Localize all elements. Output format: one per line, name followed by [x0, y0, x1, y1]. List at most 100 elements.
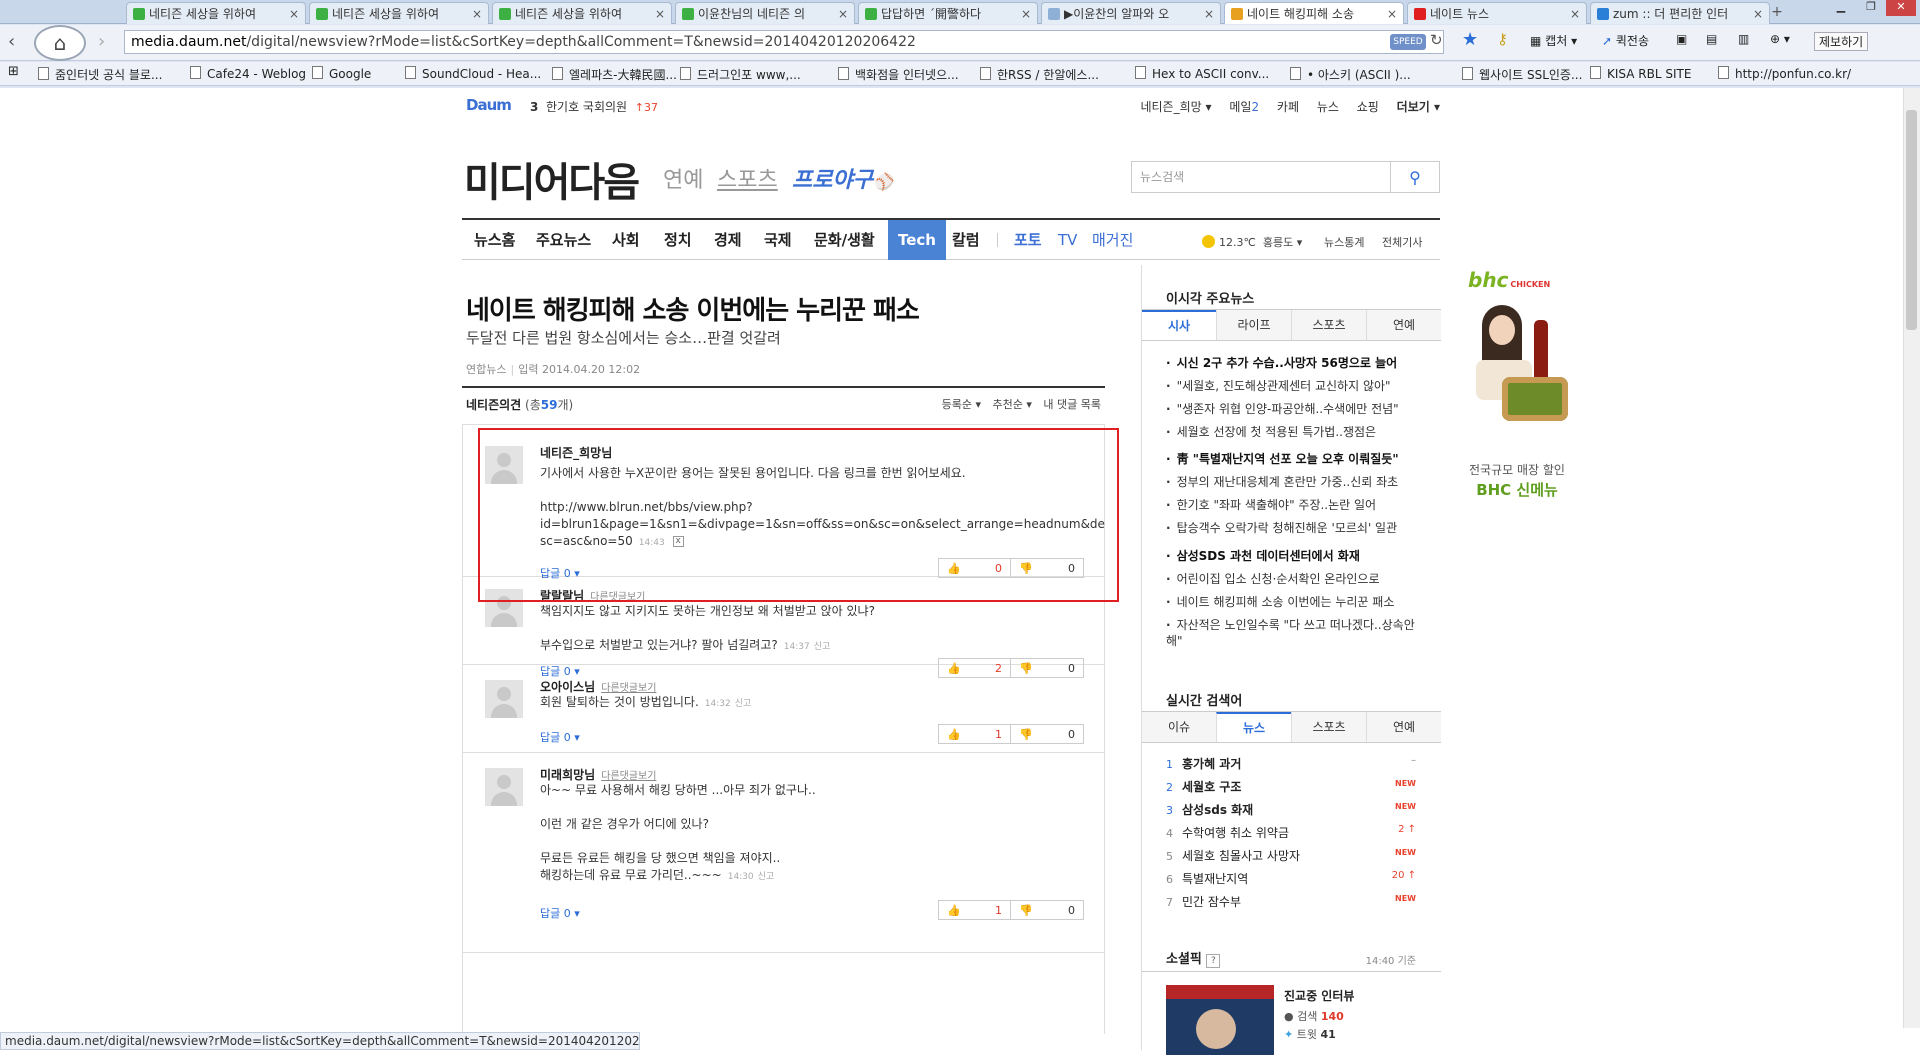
realtime-keyword[interactable]: 7 민간 잠수부 NEW [1166, 893, 1416, 910]
nav-item[interactable]: 국제 [764, 220, 792, 260]
reload-icon[interactable]: ↻ [1430, 31, 1443, 49]
realtime-keyword[interactable]: 1 홍가혜 과거 – [1166, 755, 1416, 772]
report-link[interactable]: 신고 [814, 642, 831, 652]
quick-send-button[interactable]: ➚ 퀵전송 [1602, 32, 1649, 49]
bookmark-item[interactable]: KISA RBL SITE [1590, 66, 1691, 81]
browser-tab[interactable]: 이윤찬님의 네티즌 의 × [675, 2, 855, 24]
browser-tab[interactable]: zum :: 더 편리한 인터 × [1590, 2, 1770, 24]
more-menu[interactable]: 더보기 ▾ [1397, 100, 1440, 114]
zoom-icon[interactable]: ⊕ ▾ [1770, 32, 1790, 46]
user-menu[interactable]: 네티즌_희망 ▾ [1140, 100, 1211, 114]
nav-item[interactable]: 사회 [612, 220, 640, 260]
news-headline[interactable]: 정부의 재난대응체계 혼란만 가중..신뢰 좌초 [1166, 474, 1399, 490]
bookmark-item[interactable]: 줌인터넷 공식 블로... [38, 66, 162, 83]
sidebar-tab[interactable]: 스포츠 [1291, 712, 1366, 742]
commenter-name[interactable]: 미래희망님 다른댓글보기 [540, 766, 656, 783]
back-icon[interactable]: ‹ [8, 31, 15, 52]
sort-by-recommend[interactable]: 추천순 ▾ [993, 398, 1032, 411]
search-icon[interactable]: ⚲ [1390, 161, 1440, 193]
news-headline[interactable]: 삼성SDS 과천 데이터센터에서 화재 [1166, 548, 1360, 564]
news-headline[interactable]: 시신 2구 추가 수습..사망자 56명으로 늘어 [1166, 355, 1398, 371]
print-icon[interactable]: ▥ [1738, 32, 1749, 46]
hot-issue[interactable]: 3 한기호 국회의원 ↑37 [530, 98, 658, 115]
bookmark-item[interactable]: SoundCloud - Hea... [405, 66, 541, 81]
minimize-button[interactable]: ▁ [1826, 0, 1856, 16]
news-headline[interactable]: 한기호 "좌파 색출해야" 주장..논란 일어 [1166, 497, 1377, 513]
close-icon[interactable]: × [472, 7, 482, 21]
realtime-keyword[interactable]: 3 삼성sds 화재 NEW [1166, 801, 1416, 818]
sidebar-tab[interactable]: 이슈 [1142, 712, 1216, 742]
key-icon[interactable]: ⚷ [1497, 30, 1508, 48]
realtime-keyword[interactable]: 5 세월호 침몰사고 사망자 NEW [1166, 847, 1416, 864]
bookmark-item[interactable]: Hex to ASCII conv... [1135, 66, 1269, 81]
weather-widget[interactable]: 12.3℃ 홍릉도 ▾ [1202, 234, 1302, 250]
browser-tab[interactable]: 네티즌 세상을 위하여 × [126, 2, 306, 24]
sports-link[interactable]: 스포츠 [717, 162, 778, 194]
save-icon[interactable]: ▣ [1676, 32, 1687, 46]
close-icon[interactable]: × [838, 7, 848, 21]
close-window-button[interactable]: ✕ [1886, 0, 1916, 16]
bhc-ad-banner[interactable]: bhc CHICKEN 전국규모 매장 할인 BHC 신메뉴 [1462, 265, 1572, 505]
browser-tab[interactable]: 네티즌 세상을 위하여 × [309, 2, 489, 24]
cafe-link[interactable]: 카페 [1277, 100, 1299, 114]
upvote-button[interactable]: 👍 1 [939, 725, 1012, 743]
nav-item[interactable]: 뉴스홈 [474, 220, 515, 260]
reply-toggle[interactable]: 답글 0 ▾ [540, 729, 580, 745]
shopping-link[interactable]: 쇼핑 [1357, 100, 1379, 114]
nav-item[interactable]: 매거진 [1092, 220, 1133, 260]
bookmark-item[interactable]: 백화점을 인터넷으... [838, 66, 959, 83]
address-bar[interactable]: media.daum.net/digital/newsview?rMode=li… [124, 30, 1444, 54]
report-button[interactable]: 제보하기 [1814, 32, 1869, 51]
news-search-input[interactable]: 뉴스검색 [1131, 161, 1391, 193]
close-icon[interactable]: × [289, 7, 299, 21]
news-headline[interactable]: "세월호, 진도해상관제센터 교신하지 않아" [1166, 378, 1391, 394]
browser-tab[interactable]: 답답하면 ´開警하다 × [858, 2, 1038, 24]
news-headline[interactable]: 자산적은 노인일수록 "다 쓰고 떠나겠다..상속안해" [1166, 617, 1426, 649]
media-daum-logo[interactable]: 미디어다음 [464, 150, 640, 208]
star-icon[interactable]: ★ [1462, 29, 1478, 50]
other-comments-link[interactable]: 다른댓글보기 [601, 683, 656, 694]
reply-toggle[interactable]: 답글 0 ▾ [540, 905, 580, 921]
news-headline[interactable]: 어린이집 입소 신청·순서확인 온라인으로 [1166, 571, 1380, 587]
sosul-thumbnail[interactable] [1166, 985, 1274, 1055]
close-icon[interactable]: × [655, 7, 665, 21]
bookmark-item[interactable]: Google [312, 66, 371, 81]
sidebar-tab[interactable]: 스포츠 [1291, 310, 1366, 340]
sidebar-tab[interactable]: 연예 [1366, 712, 1441, 742]
sidebar-tab[interactable]: 연예 [1366, 310, 1441, 340]
sidebar-tab[interactable]: 라이프 [1216, 310, 1291, 340]
realtime-keyword[interactable]: 2 세월호 구조 NEW [1166, 778, 1416, 795]
news-headline[interactable]: 탑승객수 오락가락 청해진해운 '모르쇠' 일관 [1166, 520, 1398, 536]
browser-tab[interactable]: ▶이윤찬의 알파와 오 × [1041, 2, 1221, 24]
bookmark-item[interactable]: • 아스키 (ASCII )... [1290, 66, 1411, 83]
nav-item[interactable]: 칼럼 [952, 220, 980, 260]
help-icon[interactable]: ? [1206, 954, 1221, 968]
nav-item[interactable]: 포토 [1014, 220, 1042, 260]
bookmark-item[interactable]: Cafe24 - Weblog [190, 66, 306, 81]
nav-item[interactable]: TV [1058, 220, 1077, 260]
nav-item[interactable]: 주요뉴스 [536, 220, 591, 260]
report-link[interactable]: 신고 [758, 872, 775, 882]
news-stats-link[interactable]: 뉴스통계 [1324, 234, 1364, 250]
bookmark-item[interactable]: 한RSS / 한알에스... [980, 66, 1099, 83]
realtime-keyword[interactable]: 6 특별재난지역 20 ↑ [1166, 870, 1416, 887]
scrollbar-thumb[interactable] [1906, 110, 1917, 330]
browser-tab[interactable]: 네티즌 세상을 위하여 × [492, 2, 672, 24]
close-icon[interactable]: × [1387, 7, 1397, 21]
close-icon[interactable]: × [1570, 7, 1580, 21]
nav-item[interactable]: 문화/생활 [814, 220, 875, 260]
forward-icon[interactable]: › [98, 31, 105, 52]
realtime-keyword[interactable]: 4 수학여행 취소 위약금 2 ↑ [1166, 824, 1416, 841]
sosul-item-title[interactable]: 진교중 인터뷰 [1284, 987, 1354, 1004]
downvote-button[interactable]: 👎 0 [1011, 725, 1083, 743]
sort-by-date[interactable]: 등록순 ▾ [942, 398, 981, 411]
browser-tab[interactable]: 네이트 해킹피해 소송 × [1224, 2, 1404, 24]
daum-logo[interactable]: Daum [466, 96, 512, 114]
upvote-button[interactable]: 👍 1 [939, 901, 1012, 919]
entertainment-link[interactable]: 연예 [663, 162, 703, 194]
close-icon[interactable]: × [1753, 7, 1763, 21]
notes-icon[interactable]: ▤ [1706, 32, 1717, 46]
commenter-name[interactable]: 오아이스님 다른댓글보기 [540, 678, 656, 695]
news-headline[interactable]: 세월호 선장에 첫 적용된 특가법..쟁점은 [1166, 424, 1377, 440]
add-bookmark-icon[interactable]: ⊞ [8, 64, 19, 79]
